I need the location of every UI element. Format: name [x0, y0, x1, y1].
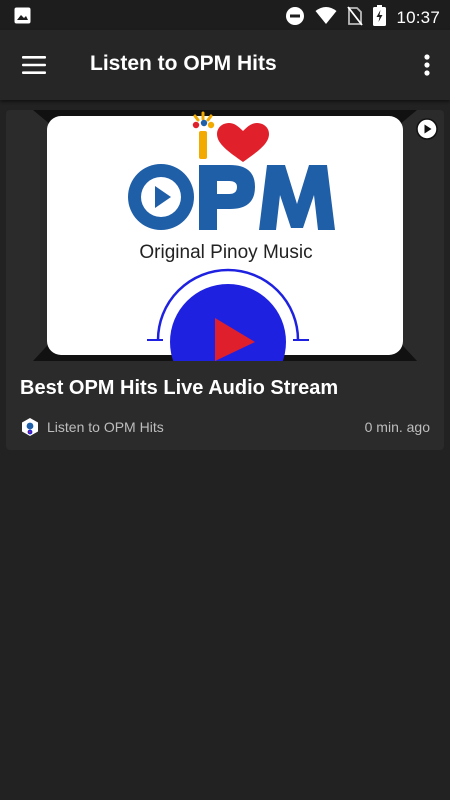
stream-thumbnail[interactable]: Original Pinoy Music — [6, 110, 444, 361]
status-bar: 10:37 — [0, 0, 450, 30]
logo-tagline: Original Pinoy Music — [139, 242, 312, 263]
do-not-disturb-icon — [285, 6, 305, 31]
source-avatar-icon — [20, 417, 40, 437]
hamburger-menu-icon[interactable] — [14, 47, 54, 83]
wifi-icon — [315, 6, 337, 30]
no-sim-icon — [347, 5, 364, 31]
page-title: Listen to OPM Hits — [90, 52, 277, 75]
clock: 10:37 — [396, 8, 440, 27]
play-circle-icon[interactable] — [416, 118, 438, 140]
opm-logo-image: Original Pinoy Music — [33, 110, 417, 361]
source-name: Listen to OPM Hits — [47, 419, 164, 435]
battery-charging-icon — [373, 5, 387, 31]
more-vert-icon[interactable] — [414, 47, 440, 83]
app-toolbar: Listen to OPM Hits — [0, 30, 450, 100]
timestamp: 0 min. ago — [364, 419, 430, 435]
stream-title[interactable]: Best OPM Hits Live Audio Stream — [20, 377, 338, 400]
stream-card[interactable]: Original Pinoy Music Best OPM Hits Live … — [6, 110, 444, 450]
gallery-notification-icon — [14, 7, 31, 29]
card-meta: Listen to OPM Hits 0 min. ago — [20, 416, 430, 438]
